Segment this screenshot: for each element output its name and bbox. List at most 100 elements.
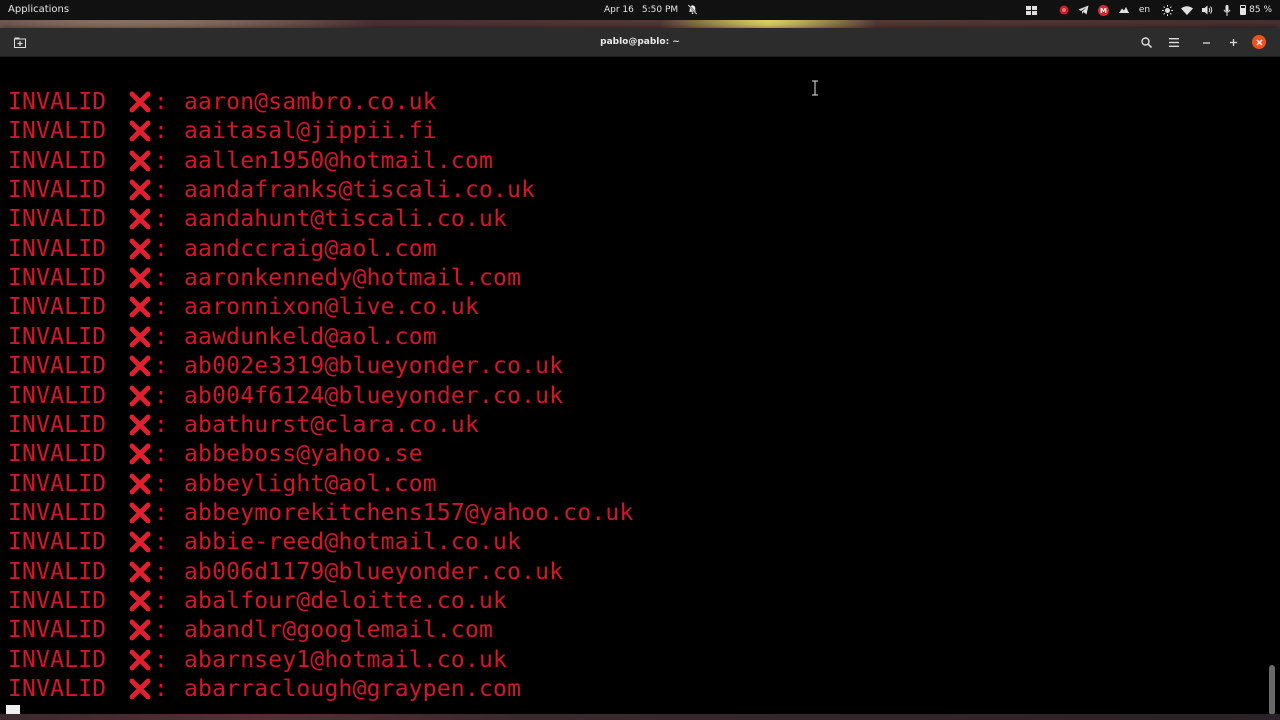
status-label: INVALID	[8, 440, 107, 467]
status-label: INVALID	[8, 117, 107, 144]
system-tray: M en 85 %	[1021, 0, 1280, 20]
terminal-line: INVALID: ab006d1179@blueyonder.co.uk	[8, 557, 563, 586]
minimize-icon[interactable]	[1197, 33, 1215, 51]
workspace-switcher-icon[interactable]	[1023, 0, 1041, 20]
email-address: abbeylight@aol.com	[184, 470, 437, 497]
terminal-window: pablo@pablo: ~ INVALID: aaron@sambro.co.u…	[0, 28, 1280, 720]
keyboard-layout[interactable]: en	[1139, 5, 1150, 15]
status-label: INVALID	[8, 470, 107, 497]
terminal-line: INVALID: abbie-reed@hotmail.co.uk	[8, 527, 521, 556]
terminal-line: INVALID: aandafranks@tiscali.co.uk	[8, 175, 535, 204]
status-label: INVALID	[8, 675, 107, 702]
top-panel: Applications Apr 16 5:50 PM M en 85 %	[0, 0, 1280, 20]
terminal-line: INVALID: aaron@sambro.co.uk	[8, 87, 437, 116]
separator: :	[154, 587, 169, 614]
email-address: aallen1950@hotmail.com	[184, 147, 494, 174]
cross-mark-icon	[126, 264, 154, 292]
separator: :	[154, 117, 169, 144]
hamburger-menu-icon[interactable]	[1165, 33, 1183, 51]
status-label: INVALID	[8, 323, 107, 350]
search-icon[interactable]	[1137, 33, 1155, 51]
terminal-line: INVALID: abathurst@clara.co.uk	[8, 410, 479, 439]
screen-recorder-icon[interactable]	[1055, 0, 1073, 20]
cross-mark-icon	[126, 528, 154, 556]
email-address: ab004f6124@blueyonder.co.uk	[184, 382, 564, 409]
mega-sync-icon[interactable]: M	[1095, 0, 1113, 20]
terminal-line: INVALID: aandccraig@aol.com	[8, 234, 437, 263]
separator: :	[154, 558, 169, 585]
scrollbar-thumb[interactable]	[1269, 665, 1275, 715]
cross-mark-icon	[126, 205, 154, 233]
cross-mark-icon	[126, 499, 154, 527]
email-address: ab006d1179@blueyonder.co.uk	[184, 558, 564, 585]
notifications-muted-icon[interactable]	[686, 4, 698, 16]
terminal-line: INVALID: ab002e3319@blueyonder.co.uk	[8, 351, 563, 380]
status-label: INVALID	[8, 616, 107, 643]
cross-mark-icon	[126, 646, 154, 674]
email-address: abandlr@googlemail.com	[184, 616, 494, 643]
separator: :	[154, 235, 169, 262]
telegram-icon[interactable]	[1075, 0, 1093, 20]
terminal-line: INVALID: aallen1950@hotmail.com	[8, 146, 493, 175]
svg-text:M: M	[1100, 7, 1107, 15]
terminal-line: INVALID: abarnsey1@hotmail.co.uk	[8, 645, 507, 674]
email-address: aaitasal@jippii.fi	[184, 117, 437, 144]
new-tab-icon[interactable]	[12, 35, 28, 49]
email-address: abathurst@clara.co.uk	[184, 411, 479, 438]
cross-mark-icon	[126, 411, 154, 439]
terminal-line: INVALID: aaronkennedy@hotmail.com	[8, 263, 521, 292]
separator: :	[154, 323, 169, 350]
volume-icon[interactable]	[1198, 0, 1216, 20]
email-address: abarnsey1@hotmail.co.uk	[184, 646, 508, 673]
battery-percent: 85 %	[1249, 5, 1272, 15]
maximize-icon[interactable]	[1224, 33, 1242, 51]
terminal-scrollbar[interactable]	[1264, 57, 1280, 720]
status-label: INVALID	[8, 587, 107, 614]
close-icon[interactable]	[1252, 35, 1266, 49]
clock-date: Apr 16	[604, 5, 634, 15]
separator: :	[154, 440, 169, 467]
cross-mark-icon	[126, 176, 154, 204]
cross-mark-icon	[126, 558, 154, 586]
email-address: aandahunt@tiscali.co.uk	[184, 205, 508, 232]
email-address: aaron@sambro.co.uk	[184, 88, 437, 115]
separator: :	[154, 528, 169, 555]
status-label: INVALID	[8, 558, 107, 585]
email-address: aaronnixon@live.co.uk	[184, 293, 479, 320]
taskbar-edge	[0, 714, 1280, 720]
cloud-icon[interactable]	[1115, 0, 1133, 20]
separator: :	[154, 616, 169, 643]
cross-mark-icon	[126, 470, 154, 498]
cross-mark-icon	[126, 352, 154, 380]
status-label: INVALID	[8, 147, 107, 174]
status-label: INVALID	[8, 176, 107, 203]
status-label: INVALID	[8, 264, 107, 291]
separator: :	[154, 205, 169, 232]
email-address: ab002e3319@blueyonder.co.uk	[184, 352, 564, 379]
cross-mark-icon	[126, 440, 154, 468]
applications-menu[interactable]: Applications	[8, 0, 69, 20]
window-titlebar[interactable]: pablo@pablo: ~	[0, 28, 1280, 57]
terminal-line: INVALID: abbeymorekitchens157@yahoo.co.uk	[8, 498, 634, 527]
terminal-line: INVALID: ab004f6124@blueyonder.co.uk	[8, 381, 563, 410]
wifi-icon[interactable]	[1178, 0, 1196, 20]
separator: :	[154, 176, 169, 203]
separator: :	[154, 411, 169, 438]
email-address: abarraclough@graypen.com	[184, 675, 522, 702]
status-label: INVALID	[8, 205, 107, 232]
clock[interactable]: Apr 16 5:50 PM	[604, 0, 678, 20]
status-label: INVALID	[8, 352, 107, 379]
status-label: INVALID	[8, 499, 107, 526]
terminal-output[interactable]: INVALID: aaron@sambro.co.uk INVALID: aaitas…	[0, 57, 1264, 720]
mouse-ibeam-cursor-icon	[812, 80, 818, 96]
microphone-icon[interactable]	[1218, 0, 1236, 20]
brightness-icon[interactable]	[1158, 0, 1176, 20]
cross-mark-icon	[126, 293, 154, 321]
separator: :	[154, 470, 169, 497]
email-address: aaronkennedy@hotmail.com	[184, 264, 522, 291]
terminal-line: INVALID: abandlr@googlemail.com	[8, 615, 493, 644]
separator: :	[154, 646, 169, 673]
separator: :	[154, 88, 169, 115]
status-label: INVALID	[8, 293, 107, 320]
battery-indicator[interactable]: 85 %	[1240, 5, 1272, 15]
